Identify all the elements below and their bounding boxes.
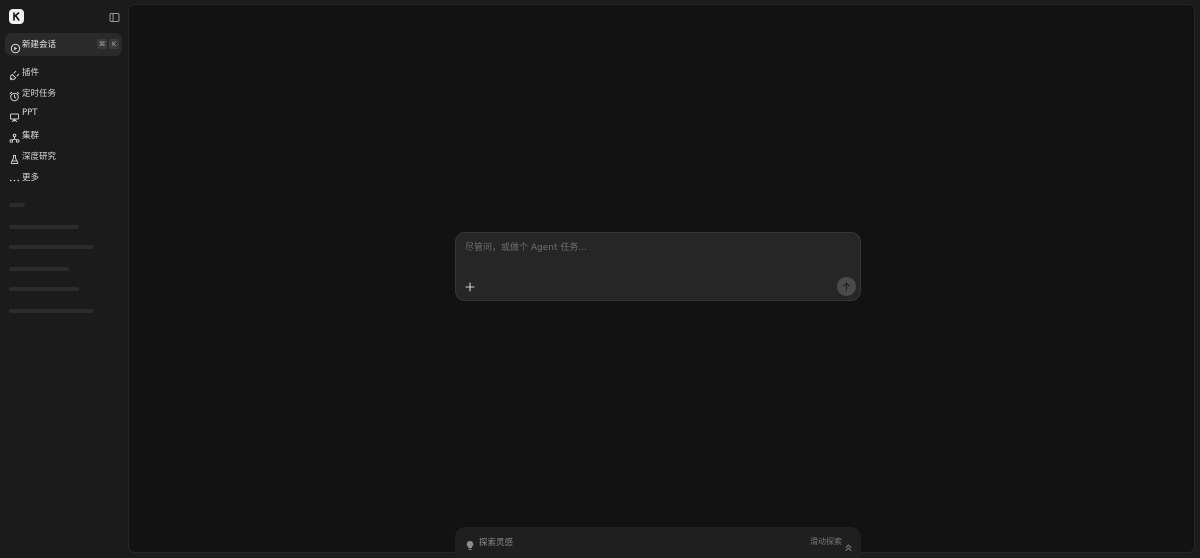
- lightbulb-icon: [465, 536, 475, 550]
- sidebar-item-deep-research[interactable]: 深度研究: [5, 146, 122, 165]
- history-skeleton-row: [9, 245, 94, 249]
- new-chat-icon: [10, 39, 21, 54]
- history-skeleton-row: [9, 309, 94, 313]
- sidebar-item-label: 插件: [22, 68, 40, 78]
- chevron-double-up-icon[interactable]: [844, 537, 853, 551]
- send-button[interactable]: [837, 277, 856, 296]
- history-skeleton-row: [9, 267, 69, 271]
- sidebar-item-ppt[interactable]: PPT: [5, 104, 122, 123]
- arrow-up-icon: [843, 282, 850, 291]
- sidebar-item-plugins[interactable]: 插件: [5, 62, 122, 81]
- alarm-clock-icon: [9, 87, 20, 102]
- sidebar-item-more[interactable]: 更多: [5, 167, 122, 186]
- presentation-icon: [9, 108, 20, 122]
- new-chat-button[interactable]: 新建会话 ⌘ K: [5, 33, 122, 56]
- plug-icon: [9, 66, 20, 81]
- history-skeleton-heading: [9, 203, 25, 207]
- research-flask-icon: [9, 150, 20, 164]
- shortcut-cmd-key: ⌘: [97, 39, 107, 49]
- sidebar-item-label: PPT: [22, 108, 38, 118]
- sidebar: 新建会话 ⌘ K 插件 定时任务 PPT 集群 深度研究 更多: [0, 0, 127, 558]
- sidebar-item-scheduled-tasks[interactable]: 定时任务: [5, 83, 122, 102]
- add-attachment-icon[interactable]: [464, 281, 475, 292]
- chat-composer[interactable]: [455, 232, 861, 301]
- explore-inspiration-bar[interactable]: 探索灵感 滑动探索: [455, 527, 861, 558]
- explore-inspiration-label: 探索灵感: [479, 538, 514, 548]
- new-chat-label: 新建会话: [22, 40, 57, 50]
- sidebar-item-label: 更多: [22, 173, 40, 183]
- sidebar-item-label: 深度研究: [22, 152, 57, 162]
- sidebar-item-cluster[interactable]: 集群: [5, 125, 122, 144]
- history-skeleton-row: [9, 287, 79, 291]
- app-logo-icon[interactable]: [9, 9, 24, 24]
- sidebar-toggle-icon[interactable]: [108, 11, 120, 23]
- more-dots-icon: [9, 171, 20, 182]
- shortcut-k-key: K: [109, 39, 119, 49]
- scroll-explore-label: 滑动探索: [810, 537, 842, 546]
- sidebar-item-label: 集群: [22, 131, 40, 141]
- sidebar-item-label: 定时任务: [22, 89, 57, 99]
- history-skeleton-row: [9, 225, 79, 229]
- cluster-icon: [9, 129, 20, 143]
- chat-input[interactable]: [465, 241, 845, 255]
